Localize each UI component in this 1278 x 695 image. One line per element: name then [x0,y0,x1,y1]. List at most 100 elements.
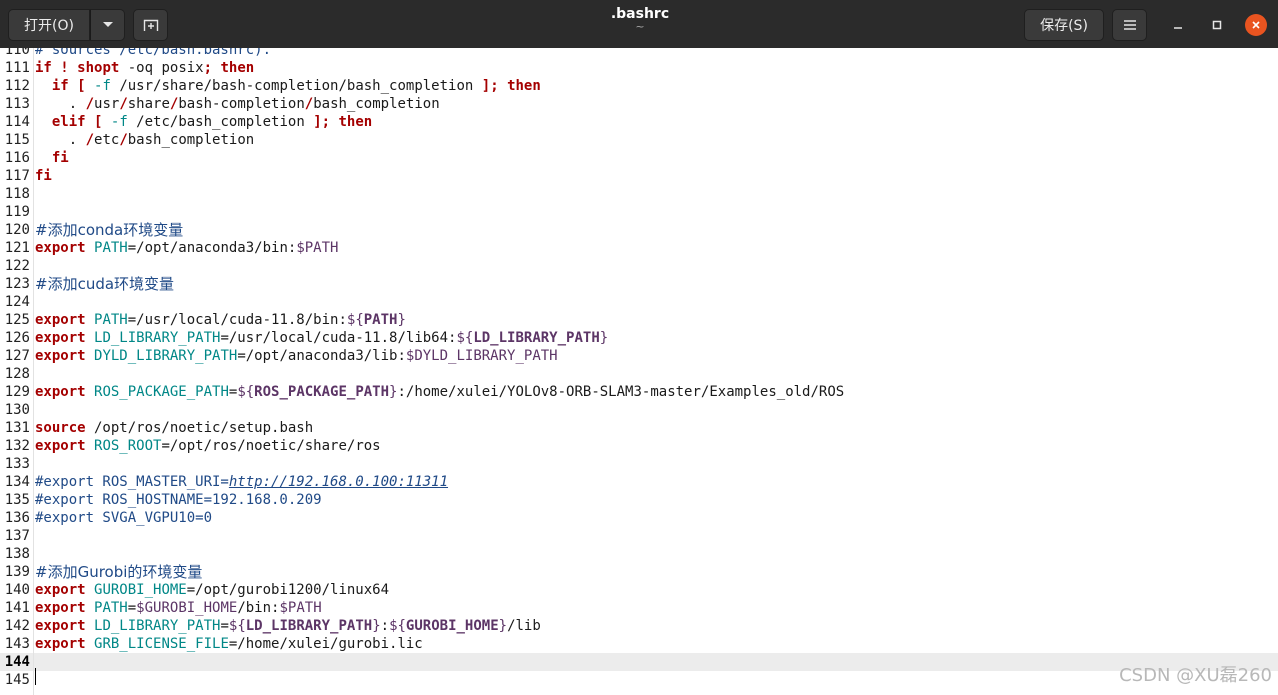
code-line[interactable]: 119 [0,203,1278,221]
line-code: #export ROS_HOSTNAME=192.168.0.209 [35,491,322,509]
save-button[interactable]: 保存(S) [1024,9,1104,41]
code-token: export [35,582,86,598]
code-line[interactable]: 127 export DYLD_LIBRARY_PATH=/opt/anacond… [0,347,1278,365]
line-code: if [ -f /usr/share/bash-completion/bash_… [35,77,541,95]
code-token: #添加conda环境变量 [35,221,184,239]
code-token: LD_LIBRARY_PATH [94,618,221,634]
code-line[interactable]: 141 export PATH=$GUROBI_HOME/bin:$PATH [0,599,1278,617]
code-line[interactable]: 145 [0,671,1278,689]
code-token: :/home/xulei/YOLOv8-ORB-SLAM3-master/Exa… [397,384,845,400]
code-line[interactable]: 131 source /opt/ros/noetic/setup.bash [0,419,1278,437]
code-token: ${ [456,330,474,346]
code-token: export [35,618,86,634]
code-line[interactable]: 113 . /usr/share/bash-completion/bash_co… [0,95,1278,113]
line-code: fi [35,149,69,167]
text-caret [35,668,36,685]
line-number: 128 [4,366,30,382]
code-token: =/opt/anaconda3/bin: [127,240,297,256]
code-line[interactable]: 140 export GUROBI_HOME=/opt/gurobi1200/li… [0,581,1278,599]
code-line[interactable]: 135 #export ROS_HOSTNAME=192.168.0.209 [0,491,1278,509]
code-line[interactable]: 117 fi [0,167,1278,185]
open-dropdown-button[interactable] [90,9,125,41]
code-line[interactable]: 133 [0,455,1278,473]
code-line[interactable]: 116 fi [0,149,1278,167]
code-token: /opt/ros/noetic/setup.bash [85,420,314,436]
code-line[interactable]: 130 [0,401,1278,419]
code-token: ROS_PACKAGE_PATH [254,384,390,400]
code-line[interactable]: 125 export PATH=/usr/local/cuda-11.8/bin:… [0,311,1278,329]
code-token: http://192.168.0.100:11311 [228,474,449,490]
new-tab-button[interactable] [133,9,168,41]
line-code: export PATH=$GUROBI_HOME/bin:$PATH [35,599,322,617]
line-number: 127 [4,348,30,364]
text-editor[interactable]: 110 # sources /etc/bash.bashrc). 111 if ! s… [0,48,1278,695]
code-token: LD_LIBRARY_PATH [473,330,600,346]
code-token: export [35,348,86,364]
code-line[interactable]: 124 [0,293,1278,311]
code-token: } [372,618,381,634]
line-number: 123 [4,276,30,292]
code-token: then [507,78,541,94]
line-number: 113 [4,96,30,112]
code-token: } [498,618,508,634]
code-line[interactable]: 132 export ROS_ROOT=/opt/ros/noetic/share… [0,437,1278,455]
code-line[interactable]: 129 export ROS_PACKAGE_PATH=${ROS_PACKAGE… [0,383,1278,401]
code-line[interactable]: 122 [0,257,1278,275]
window-title-area: .bashrc ~ [540,6,740,32]
code-line[interactable]: 128 [0,365,1278,383]
code-line[interactable]: 121 export PATH=/opt/anaconda3/bin:$PATH [0,239,1278,257]
code-token: GUROBI_HOME [94,582,187,598]
code-token: ${ [237,384,255,400]
code-token: } [599,330,609,346]
code-line[interactable]: 118 [0,185,1278,203]
save-button-label: 保存(S) [1040,18,1088,34]
code-line[interactable]: 111 if ! shopt -oq posix; then [0,59,1278,77]
open-button[interactable]: 打开(O) [8,9,90,41]
code-line[interactable]: 139 #添加Gurobi的环境变量 [0,563,1278,581]
code-token: #export ROS_MASTER_URI= [35,474,229,490]
line-number: 110 [4,48,30,58]
code-token: export [35,330,86,346]
code-token: fi [35,168,52,184]
code-token: bash-completion [178,96,305,112]
code-line[interactable]: 123 #添加cuda环境变量 [0,275,1278,293]
close-button[interactable] [1245,14,1267,36]
code-line[interactable]: 137 [0,527,1278,545]
code-line[interactable]: 112 if [ -f /usr/share/bash-completion/b… [0,77,1278,95]
line-number: 120 [4,222,30,238]
code-line[interactable]: 120 #添加conda环境变量 [0,221,1278,239]
code-line[interactable]: 126 export LD_LIBRARY_PATH=/usr/local/cud… [0,329,1278,347]
line-code: export ROS_ROOT=/opt/ros/noetic/share/ro… [35,437,381,455]
minimize-button[interactable] [1167,14,1189,36]
menu-button[interactable] [1112,9,1147,41]
code-line[interactable]: 134 #export ROS_MASTER_URI=http://192.168… [0,473,1278,491]
minimize-icon [1174,27,1182,29]
code-token: export [35,384,86,400]
code-line[interactable]: 142 export LD_LIBRARY_PATH=${LD_LIBRARY_P… [0,617,1278,635]
line-code: export ROS_PACKAGE_PATH=${ROS_PACKAGE_PA… [35,383,844,401]
line-number: 115 [4,132,30,148]
code-line[interactable]: 115 . /etc/bash_completion [0,131,1278,149]
line-number: 140 [4,582,30,598]
code-line[interactable]: 144 [0,653,1278,671]
line-number: 121 [4,240,30,256]
code-line[interactable]: 110 # sources /etc/bash.bashrc). [0,48,1278,59]
code-token: LD_LIBRARY_PATH [94,330,221,346]
maximize-button[interactable] [1206,14,1228,36]
code-token: export [35,636,86,652]
code-line[interactable]: 143 export GRB_LICENSE_FILE=/home/xulei/g… [0,635,1278,653]
code-token: #添加Gurobi的环境变量 [35,563,203,581]
code-line[interactable]: 114 elif [ -f /etc/bash_completion ]; th… [0,113,1278,131]
code-line[interactable]: 136 #export SVGA_VGPU10=0 [0,509,1278,527]
code-token: / [119,132,128,148]
code-token: =/opt/anaconda3/lib: [237,348,406,364]
code-token: # sources /etc/bash.bashrc). [35,48,272,58]
line-number: 143 [4,636,30,652]
code-token: / [304,96,314,112]
code-line[interactable]: 138 [0,545,1278,563]
